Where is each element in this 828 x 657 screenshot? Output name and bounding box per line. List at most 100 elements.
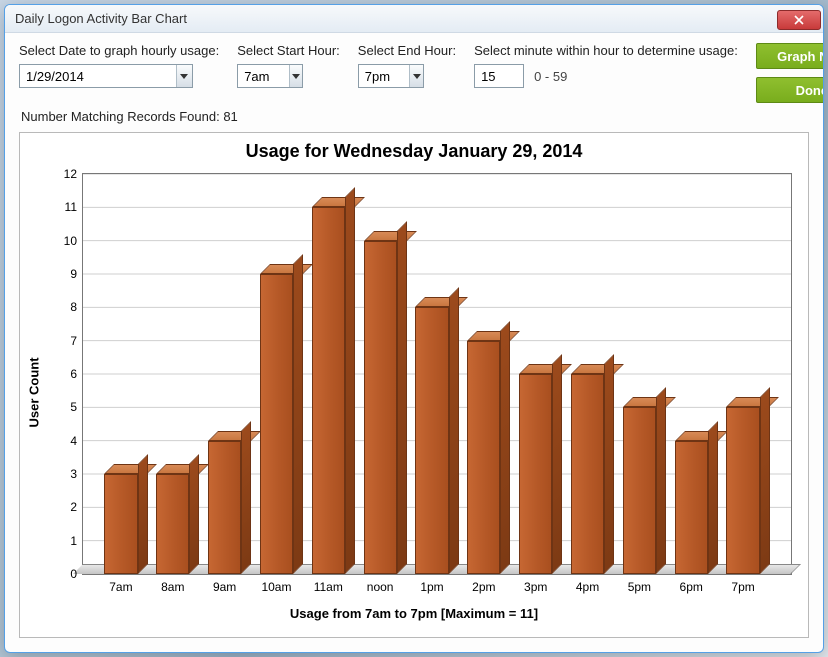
bars-layer [83, 174, 791, 574]
chart-title: Usage for Wednesday January 29, 2014 [20, 133, 808, 166]
minute-range: 0 - 59 [534, 69, 567, 84]
date-dropdown-button[interactable] [176, 65, 192, 87]
done-button[interactable]: Done [756, 77, 824, 103]
y-tick: 9 [70, 267, 77, 281]
bar [623, 407, 656, 574]
y-tick: 3 [70, 467, 77, 481]
y-tick: 6 [70, 367, 77, 381]
end-label: Select End Hour: [358, 43, 456, 58]
bar [467, 341, 500, 574]
y-axis-label: User Count [27, 357, 42, 427]
bar-front [467, 341, 500, 574]
y-tick: 10 [64, 234, 77, 248]
chart-panel: Usage for Wednesday January 29, 2014 Use… [19, 132, 809, 638]
bar-front [571, 374, 604, 574]
bar [675, 441, 708, 574]
bar-front [623, 407, 656, 574]
bar [726, 407, 759, 574]
end-col: Select End Hour: [358, 43, 456, 88]
bar-front [104, 474, 137, 574]
end-combo[interactable] [358, 64, 424, 88]
start-dropdown-button[interactable] [289, 65, 303, 87]
x-tick: 11am [314, 580, 343, 594]
x-tick: 5pm [628, 580, 651, 594]
date-col: Select Date to graph hourly usage: [19, 43, 219, 88]
match-count: 81 [223, 109, 237, 124]
bar-side [345, 187, 355, 574]
close-button[interactable] [777, 10, 821, 30]
minute-col: Select minute within hour to determine u… [474, 43, 738, 88]
start-combo[interactable] [237, 64, 303, 88]
graph-now-button[interactable]: Graph Now [756, 43, 824, 69]
date-label: Select Date to graph hourly usage: [19, 43, 219, 58]
bar [156, 474, 189, 574]
bar-top [156, 464, 209, 474]
bar-side [500, 321, 510, 574]
bar-top [104, 464, 157, 474]
y-tick: 2 [70, 500, 77, 514]
y-tick: 8 [70, 300, 77, 314]
bar-side [708, 421, 718, 574]
bar [364, 241, 397, 574]
y-tick: 5 [70, 400, 77, 414]
bar-front [364, 241, 397, 574]
bar [104, 474, 137, 574]
y-tick: 4 [70, 434, 77, 448]
bar-top [208, 431, 261, 441]
x-tick: noon [367, 580, 394, 594]
x-tick: 7am [109, 580, 132, 594]
start-label: Select Start Hour: [237, 43, 340, 58]
window-title: Daily Logon Activity Bar Chart [15, 11, 777, 26]
date-input[interactable] [20, 65, 176, 87]
end-input[interactable] [359, 65, 409, 87]
bar-side [656, 387, 666, 574]
x-tick: 3pm [524, 580, 547, 594]
app-window: Daily Logon Activity Bar Chart Select Da… [4, 4, 824, 653]
bar [312, 207, 345, 574]
bar-front [260, 274, 293, 574]
x-tick: 1pm [420, 580, 443, 594]
bar-front [675, 441, 708, 574]
match-records: Number Matching Records Found: 81 [5, 109, 823, 132]
end-dropdown-button[interactable] [409, 65, 423, 87]
bar-top [364, 231, 417, 241]
controls-row: Select Date to graph hourly usage: Selec… [5, 33, 823, 109]
bar [208, 441, 241, 574]
y-tick: 11 [65, 200, 77, 214]
x-tick: 7pm [731, 580, 754, 594]
button-col: Graph Now Done [756, 43, 824, 103]
bar-side [604, 354, 614, 574]
bar-front [208, 441, 241, 574]
date-combo[interactable] [19, 64, 193, 88]
minute-label: Select minute within hour to determine u… [474, 43, 738, 58]
bar-top [260, 264, 313, 274]
bar-side [449, 287, 459, 574]
bar-top [726, 397, 779, 407]
start-col: Select Start Hour: [237, 43, 340, 88]
bar-side [293, 254, 303, 574]
y-tick: 7 [70, 334, 77, 348]
bar-top [415, 297, 468, 307]
bar-top [675, 431, 728, 441]
minute-input[interactable] [474, 64, 524, 88]
x-tick: 6pm [680, 580, 703, 594]
x-tick: 10am [261, 580, 291, 594]
x-axis-label: Usage from 7am to 7pm [Maximum = 11] [20, 606, 808, 621]
x-tick: 2pm [472, 580, 495, 594]
bar-top [571, 364, 624, 374]
y-tick: 0 [70, 567, 77, 581]
x-tick: 4pm [576, 580, 599, 594]
bar-side [760, 387, 770, 574]
y-tick: 1 [70, 534, 77, 548]
bar-side [552, 354, 562, 574]
titlebar: Daily Logon Activity Bar Chart [5, 5, 823, 33]
y-tick: 12 [64, 167, 77, 181]
bar-top [519, 364, 572, 374]
x-tick: 9am [213, 580, 236, 594]
bar-side [138, 454, 148, 574]
plot-area: 01234567891011127am8am9am10am11amnoon1pm… [82, 173, 792, 575]
bar-side [241, 421, 251, 574]
start-input[interactable] [238, 65, 288, 87]
bar-side [397, 221, 407, 574]
x-tick: 8am [161, 580, 184, 594]
